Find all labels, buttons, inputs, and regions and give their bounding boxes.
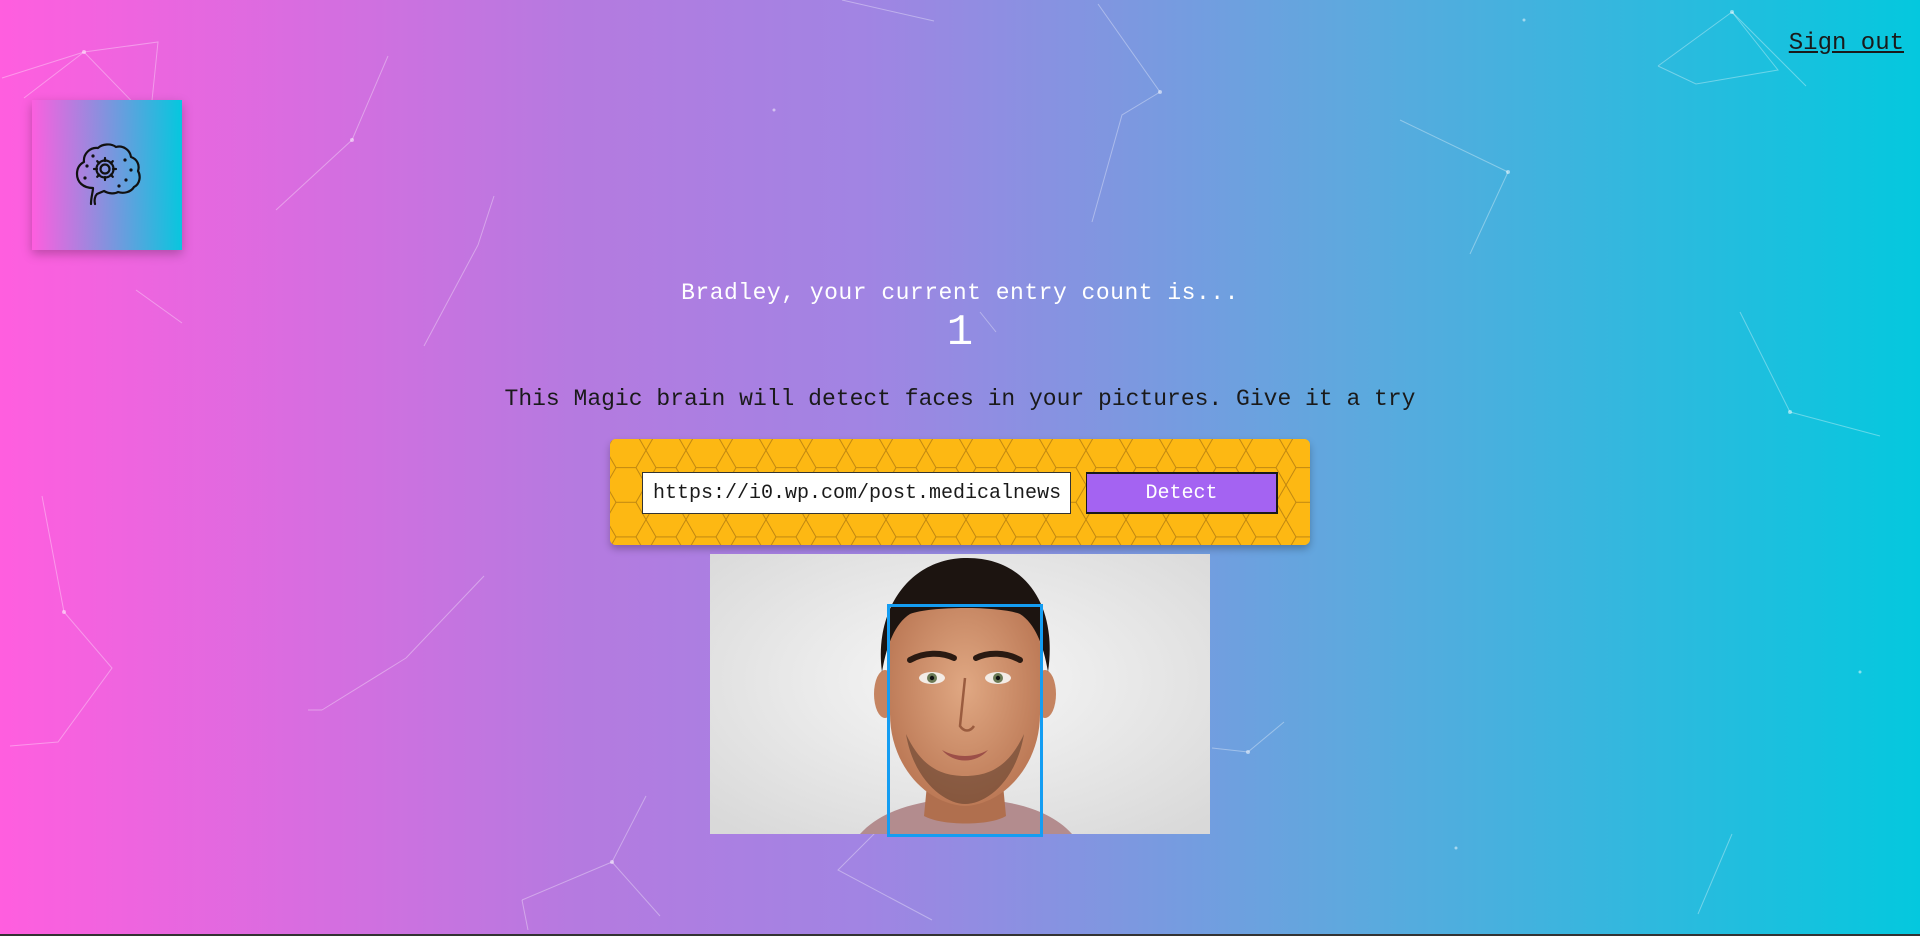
sign-out-link[interactable]: Sign out: [1789, 30, 1904, 57]
face-recognition-result: [710, 554, 1210, 837]
detect-button[interactable]: Detect: [1086, 472, 1278, 514]
brain-gear-icon: [75, 143, 141, 206]
logo[interactable]: [32, 100, 182, 250]
image-link-form: Detect: [610, 439, 1310, 545]
face-bounding-box: [887, 604, 1043, 837]
top-navigation: Sign out: [1789, 30, 1904, 57]
entry-count: 1: [946, 308, 974, 358]
image-url-input[interactable]: [642, 472, 1071, 514]
intro-text: This Magic brain will detect faces in yo…: [504, 386, 1416, 412]
entry-rank: Bradley, your current entry count is... …: [0, 280, 1920, 358]
rank-message: Bradley, your current entry count is...: [681, 280, 1239, 306]
